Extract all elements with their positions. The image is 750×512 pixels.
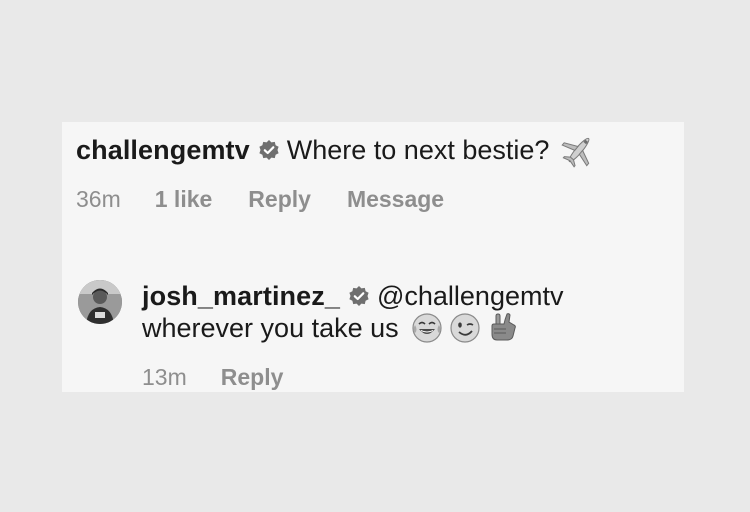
- verified-badge-icon: [349, 286, 369, 306]
- avatar[interactable]: [78, 280, 122, 324]
- airplane-icon: [561, 137, 590, 168]
- avatar-photo: [78, 280, 122, 324]
- comment-challengemtv: challengemtv Where to next bestie? 36m 1…: [76, 132, 597, 213]
- comment-josh-martinez: josh_martinez_ @challengemtv wherever yo…: [142, 280, 563, 391]
- username[interactable]: challengemtv: [76, 135, 250, 166]
- tears-of-joy-icon: [412, 313, 442, 343]
- mention-link[interactable]: @challengemtv: [377, 280, 564, 312]
- likes-count[interactable]: 1 like: [155, 186, 213, 213]
- comment-text: wherever you take us: [142, 313, 399, 343]
- comment-line: josh_martinez_ @challengemtv: [142, 280, 563, 312]
- comment-meta: 36m 1 like Reply Message: [76, 186, 597, 213]
- winking-face-icon: [450, 313, 480, 343]
- verified-badge-icon: [259, 140, 279, 160]
- comment-line: wherever you take us: [142, 312, 563, 344]
- timestamp: 13m: [142, 364, 187, 390]
- username[interactable]: josh_martinez_: [142, 281, 340, 312]
- comment-meta: 13m Reply: [142, 364, 563, 391]
- message-button[interactable]: Message: [347, 186, 444, 213]
- call-me-hand-icon: [491, 313, 516, 341]
- reply-button[interactable]: Reply: [248, 186, 311, 213]
- reply-button[interactable]: Reply: [221, 364, 284, 391]
- comment-line: challengemtv Where to next bestie?: [76, 132, 597, 168]
- timestamp: 36m: [76, 186, 121, 212]
- comment-text: Where to next bestie?: [286, 134, 550, 165]
